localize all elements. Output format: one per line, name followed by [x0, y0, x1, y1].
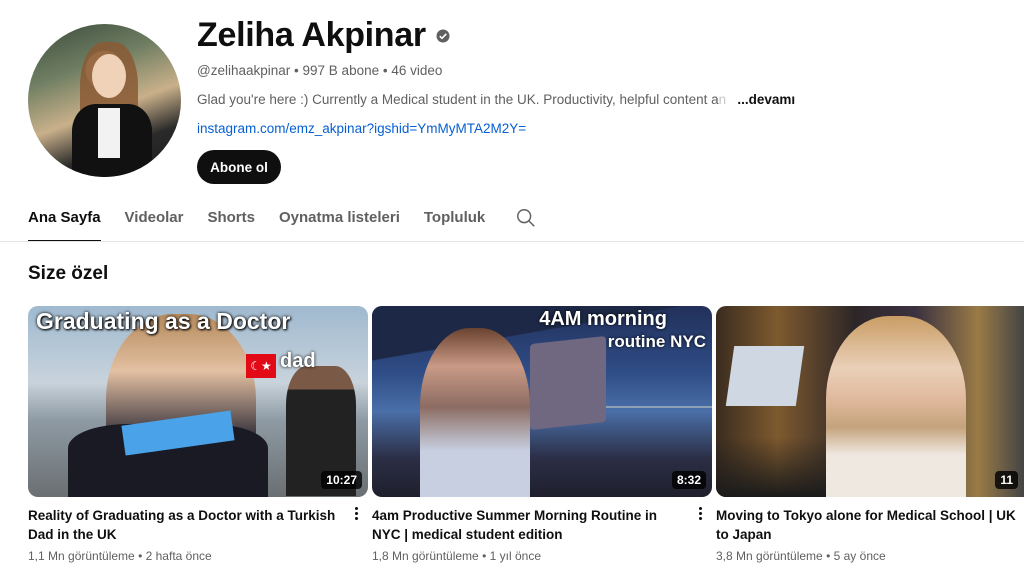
- channel-name: Zeliha Akpinar: [197, 16, 450, 55]
- tab-videos[interactable]: Videolar: [125, 200, 184, 242]
- channel-link[interactable]: instagram.com/emz_akpinar?igshid=YmMyMTA…: [197, 121, 526, 136]
- verified-check-icon: [436, 29, 450, 43]
- search-icon[interactable]: [515, 207, 537, 229]
- tab-home[interactable]: Ana Sayfa: [28, 200, 101, 242]
- video-duration: 10:27: [321, 471, 362, 489]
- channel-tabs: Ana Sayfa Videolar Shorts Oynatma listel…: [28, 200, 537, 242]
- turkish-flag-icon: ☾★: [246, 354, 276, 378]
- video-meta: 1,1 Mn görüntüleme • 2 hafta önce: [28, 549, 368, 563]
- channel-avatar[interactable]: [28, 24, 181, 177]
- subscribe-button[interactable]: Abone ol: [197, 150, 281, 184]
- video-meta: 3,8 Mn görüntüleme • 5 ay önce: [716, 549, 1024, 563]
- video-title[interactable]: 4am Productive Summer Morning Routine in…: [372, 506, 682, 544]
- tab-shorts[interactable]: Shorts: [207, 200, 255, 242]
- channel-name-text: Zeliha Akpinar: [197, 16, 426, 54]
- video-title[interactable]: Reality of Graduating as a Doctor with a…: [28, 506, 338, 544]
- description-fade: n: [718, 92, 727, 107]
- video-card[interactable]: 4AM morning routine NYC 8:32 4am Product…: [372, 306, 712, 563]
- thumbnail-subcaption: routine NYC: [607, 332, 706, 351]
- channel-description[interactable]: Glad you're here :) Currently a Medical …: [197, 92, 797, 107]
- description-text: Glad you're here :) Currently a Medical …: [197, 92, 719, 107]
- tab-playlists[interactable]: Oynatma listeleri: [279, 200, 400, 242]
- video-thumbnail[interactable]: 4AM morning routine NYC 8:32: [372, 306, 712, 497]
- meta-separator: •: [826, 549, 831, 563]
- meta-separator: •: [382, 63, 388, 78]
- video-card[interactable]: 11 Moving to Tokyo alone for Medical Sch…: [716, 306, 1024, 563]
- thumbnail-caption: 4AM morning: [539, 308, 667, 330]
- meta-separator: •: [482, 549, 487, 563]
- video-meta: 1,8 Mn görüntüleme • 1 yıl önce: [372, 549, 712, 563]
- subscriber-count: 997 B abone: [302, 63, 380, 78]
- more-options-icon[interactable]: [348, 504, 364, 522]
- section-title: Size özel: [28, 263, 109, 284]
- upload-age: 5 ay önce: [833, 549, 886, 563]
- channel-handle: @zelihaakpinar: [197, 63, 291, 78]
- video-thumbnail[interactable]: 11: [716, 306, 1024, 497]
- tabs-divider: [0, 241, 1024, 242]
- thumbnail-subcaption: dad: [280, 350, 316, 372]
- video-duration: 11: [995, 471, 1018, 489]
- channel-meta: @zelihaakpinar • 997 B abone • 46 video: [197, 63, 442, 78]
- video-count: 46 video: [391, 63, 443, 78]
- thumbnail-caption: Graduating as a Doctor: [36, 308, 291, 334]
- description-more-link[interactable]: ...devamı: [737, 92, 795, 107]
- tab-community[interactable]: Topluluk: [424, 200, 485, 242]
- view-count: 3,8 Mn görüntüleme: [716, 549, 823, 563]
- meta-separator: •: [294, 63, 299, 78]
- view-count: 1,8 Mn görüntüleme: [372, 549, 479, 563]
- video-duration: 8:32: [671, 471, 706, 489]
- meta-separator: •: [138, 549, 143, 563]
- upload-age: 2 hafta önce: [145, 549, 212, 563]
- video-card[interactable]: ☾★ Graduating as a Doctor dad 10:27 Real…: [28, 306, 368, 563]
- view-count: 1,1 Mn görüntüleme: [28, 549, 135, 563]
- more-options-icon[interactable]: [692, 504, 708, 522]
- video-thumbnail[interactable]: ☾★ Graduating as a Doctor dad 10:27: [28, 306, 368, 497]
- upload-age: 1 yıl önce: [489, 549, 541, 563]
- video-title[interactable]: Moving to Tokyo alone for Medical School…: [716, 506, 1016, 544]
